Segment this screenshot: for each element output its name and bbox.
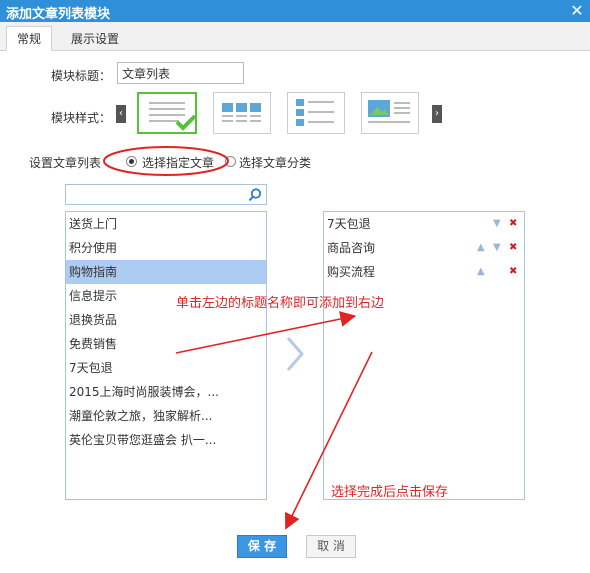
close-icon[interactable]: ✕	[568, 0, 586, 22]
tab-display-settings[interactable]: 展示设置	[60, 26, 130, 51]
module-title-input[interactable]	[117, 62, 244, 84]
list-item[interactable]: 送货上门	[66, 212, 266, 236]
style-option-image-grid[interactable]	[213, 92, 271, 134]
tab-bar: 常规 展示设置	[0, 22, 590, 51]
article-search-input[interactable]	[66, 185, 246, 204]
available-articles-list: 送货上门 积分使用 购物指南 信息提示 退换货品 免费销售 7天包退 2015上…	[65, 211, 267, 500]
radio-article-category-label[interactable]: 选择文章分类	[239, 154, 311, 171]
list-item[interactable]: 购物指南	[66, 260, 266, 284]
arrow-up-icon[interactable]: ▲	[477, 260, 485, 284]
list-item[interactable]: 退换货品	[66, 308, 266, 332]
delete-icon[interactable]: ✖	[509, 212, 517, 236]
selected-list-item: 7天包退 ▼ ✖	[324, 212, 524, 236]
style-option-list[interactable]	[137, 92, 197, 134]
list-item[interactable]: 7天包退	[66, 356, 266, 380]
list-item[interactable]: 积分使用	[66, 236, 266, 260]
style-next-button[interactable]: ›	[432, 105, 442, 123]
selected-item-label[interactable]: 7天包退	[327, 217, 371, 231]
arrow-up-icon[interactable]: ▲	[477, 236, 485, 260]
search-icon[interactable]	[247, 187, 263, 203]
dialog-titlebar: 添加文章列表模块 ✕	[0, 0, 590, 22]
article-search-box	[65, 184, 267, 205]
delete-icon[interactable]: ✖	[509, 236, 517, 260]
selected-list-item: 购买流程 ▲ ✖	[324, 260, 524, 284]
delete-icon[interactable]: ✖	[509, 260, 517, 284]
arrow-down-icon[interactable]: ▼	[493, 236, 501, 260]
annotation-add-tip: 单击左边的标题名称即可添加到右边	[176, 296, 385, 311]
list-item[interactable]: 英伦宝贝带您逛盛会 扒一...	[66, 428, 266, 452]
radio-specific-articles[interactable]	[126, 156, 137, 167]
article-list-label: 设置文章列表	[29, 156, 102, 170]
save-button[interactable]: 保 存	[237, 535, 287, 558]
selected-item-label[interactable]: 商品咨询	[327, 241, 375, 255]
module-title-label: 模块标题：	[51, 69, 112, 83]
style-prev-button[interactable]: ‹	[116, 105, 126, 123]
radio-specific-articles-label[interactable]: 选择指定文章	[142, 154, 214, 171]
dialog-title: 添加文章列表模块	[6, 7, 111, 22]
annotation-save-tip: 选择完成后点击保存	[331, 485, 449, 500]
style-option-image-text[interactable]	[361, 92, 419, 134]
selected-articles-list: 7天包退 ▼ ✖ 商品咨询 ▲ ▼ ✖ 购买流程 ▲ ✖	[323, 211, 525, 500]
cancel-button[interactable]: 取 消	[306, 535, 356, 558]
module-style-label: 模块样式：	[51, 111, 112, 125]
arrow-down-icon[interactable]: ▼	[493, 212, 501, 236]
chevron-right-icon[interactable]	[283, 334, 307, 374]
selected-list-item: 商品咨询 ▲ ▼ ✖	[324, 236, 524, 260]
selected-item-label[interactable]: 购买流程	[327, 265, 375, 279]
list-item[interactable]: 潮童伦敦之旅，独家解析...	[66, 404, 266, 428]
list-item[interactable]: 免费销售	[66, 332, 266, 356]
tab-general[interactable]: 常规	[6, 26, 53, 51]
style-option-image-list[interactable]	[287, 92, 345, 134]
radio-article-category[interactable]	[225, 156, 236, 167]
list-item[interactable]: 2015上海时尚服装博会，...	[66, 380, 266, 404]
